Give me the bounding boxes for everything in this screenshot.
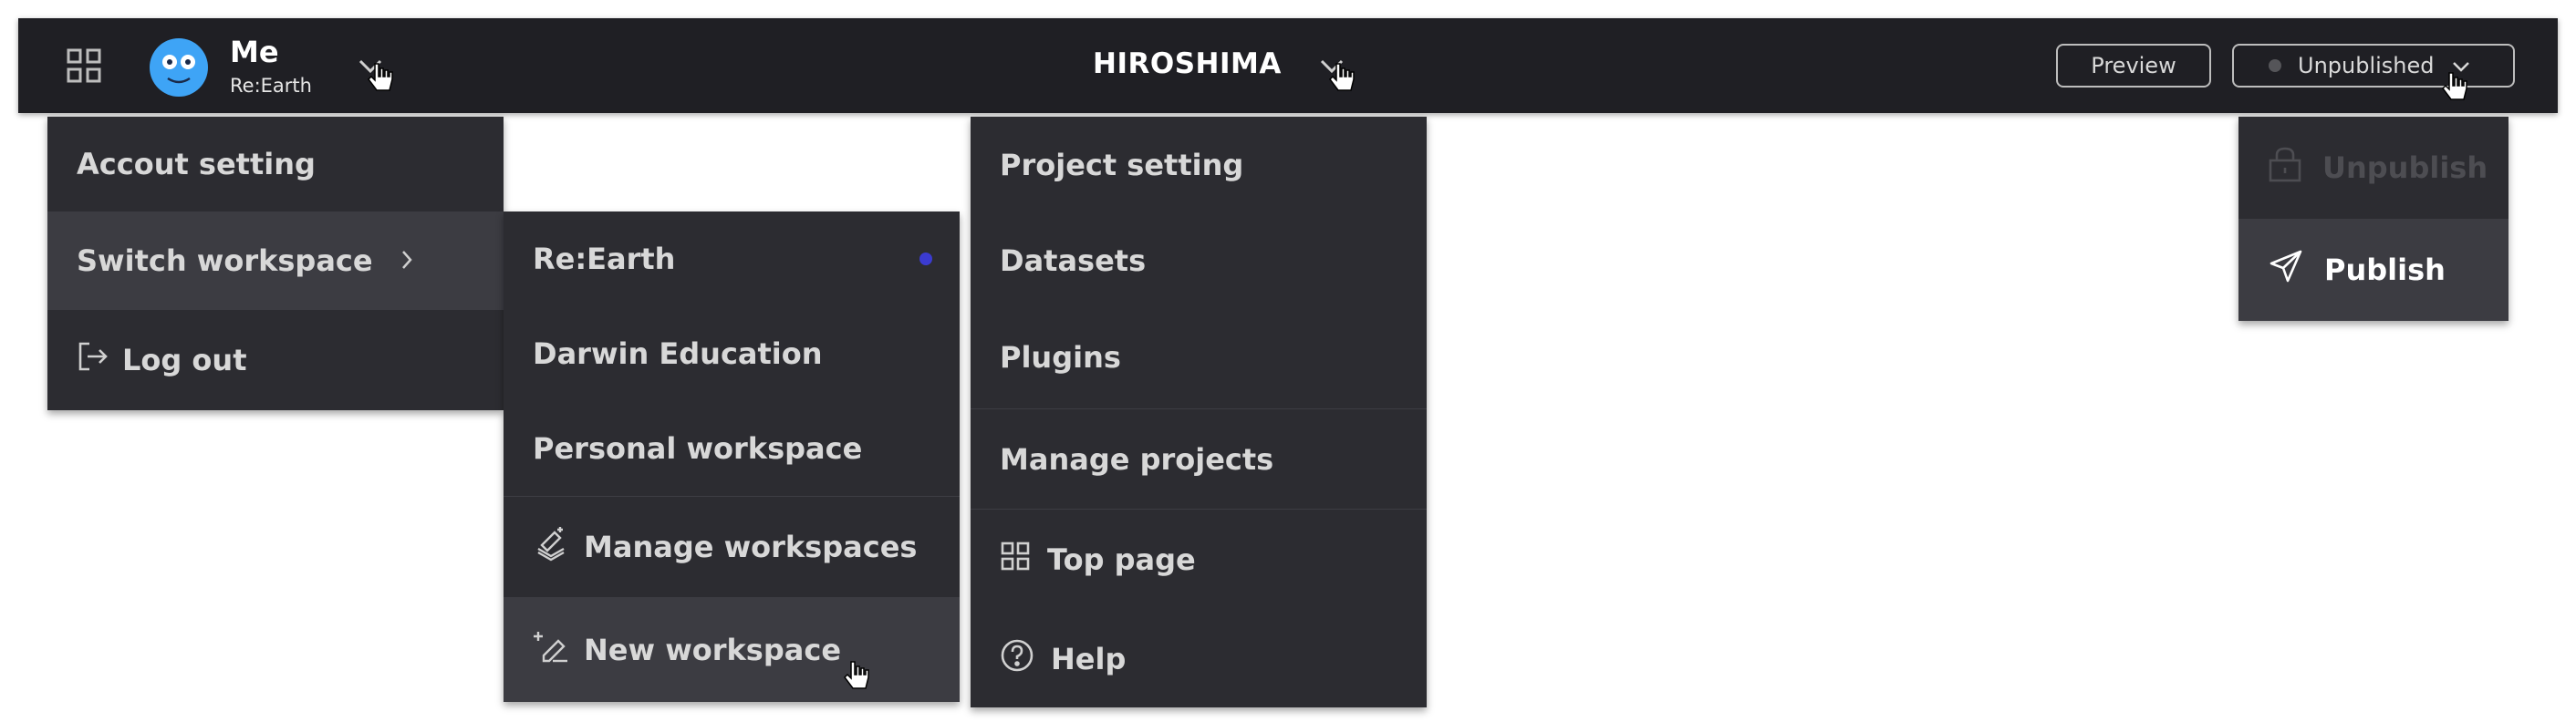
- user-name: Me: [230, 35, 279, 69]
- publish-label: Publish: [2324, 253, 2446, 287]
- top-page-label: Top page: [1047, 542, 1196, 577]
- unpublish-item: Unpublish: [2238, 117, 2508, 219]
- datasets-item[interactable]: Datasets: [971, 213, 1427, 308]
- publish-menu: Unpublish Publish: [2238, 117, 2508, 321]
- current-workspace-name: Re:Earth: [230, 75, 312, 97]
- unpublish-label: Unpublish: [2322, 150, 2488, 185]
- workspace-submenu: Re:Earth Darwin Education Personal works…: [504, 211, 960, 702]
- publish-item[interactable]: Publish: [2238, 219, 2508, 321]
- account-setting-label: Accout setting: [77, 147, 316, 181]
- workspace-item-darwin-education[interactable]: Darwin Education: [504, 306, 960, 401]
- project-setting-item[interactable]: Project setting: [971, 117, 1427, 213]
- manage-workspaces-label: Manage workspaces: [584, 530, 918, 564]
- help-label: Help: [1051, 641, 1127, 676]
- lock-icon: [2268, 146, 2302, 190]
- datasets-label: Datasets: [1000, 243, 1147, 278]
- log-out-label: Log out: [122, 343, 247, 377]
- project-setting-label: Project setting: [1000, 148, 1244, 182]
- workspace-item-personal[interactable]: Personal workspace: [504, 401, 960, 496]
- new-workspace-icon: [533, 628, 569, 672]
- plugins-label: Plugins: [1000, 340, 1121, 375]
- manage-projects-label: Manage projects: [1000, 442, 1274, 477]
- chevron-right-icon: [400, 243, 413, 278]
- workspace-label: Personal workspace: [533, 431, 863, 466]
- new-workspace-label: New workspace: [584, 632, 842, 667]
- project-title[interactable]: HIROSHIMA: [1093, 47, 1282, 80]
- publish-status-label: Unpublished: [2298, 53, 2435, 78]
- help-icon: [1000, 638, 1034, 680]
- manage-workspaces-icon: [533, 525, 569, 569]
- workspace-item-reearth[interactable]: Re:Earth: [504, 211, 960, 306]
- preview-button[interactable]: Preview: [2056, 44, 2211, 88]
- new-workspace-item[interactable]: New workspace: [504, 597, 960, 702]
- workspace-label: Re:Earth: [533, 242, 676, 276]
- top-page-item[interactable]: Top page: [971, 510, 1427, 610]
- account-setting-item[interactable]: Accout setting: [47, 117, 504, 211]
- project-menu: Project setting Datasets Plugins Manage …: [971, 117, 1427, 707]
- switch-workspace-label: Switch workspace: [77, 243, 373, 278]
- hand-cursor-icon: [843, 660, 870, 693]
- publish-status-dropdown[interactable]: Unpublished: [2232, 44, 2515, 88]
- manage-projects-item[interactable]: Manage projects: [971, 409, 1427, 510]
- send-icon: [2268, 248, 2304, 292]
- workspace-label: Darwin Education: [533, 336, 823, 371]
- hand-cursor-icon: [1328, 62, 1356, 95]
- hand-cursor-icon: [2441, 71, 2468, 104]
- unpublished-status-dot: [2269, 59, 2281, 72]
- log-out-item[interactable]: Log out: [47, 310, 504, 410]
- account-menu: Accout setting Switch workspace Log out: [47, 117, 504, 410]
- switch-workspace-item[interactable]: Switch workspace: [47, 211, 504, 310]
- manage-workspaces-item[interactable]: Manage workspaces: [504, 497, 960, 597]
- hand-cursor-icon: [367, 62, 394, 95]
- avatar[interactable]: [150, 38, 208, 97]
- help-item[interactable]: Help: [971, 610, 1427, 707]
- log-out-icon: [77, 340, 109, 380]
- apps-grid-icon[interactable]: [66, 47, 102, 84]
- plugins-item[interactable]: Plugins: [971, 308, 1427, 407]
- active-workspace-dot: [919, 253, 932, 265]
- grid-icon: [1000, 541, 1031, 579]
